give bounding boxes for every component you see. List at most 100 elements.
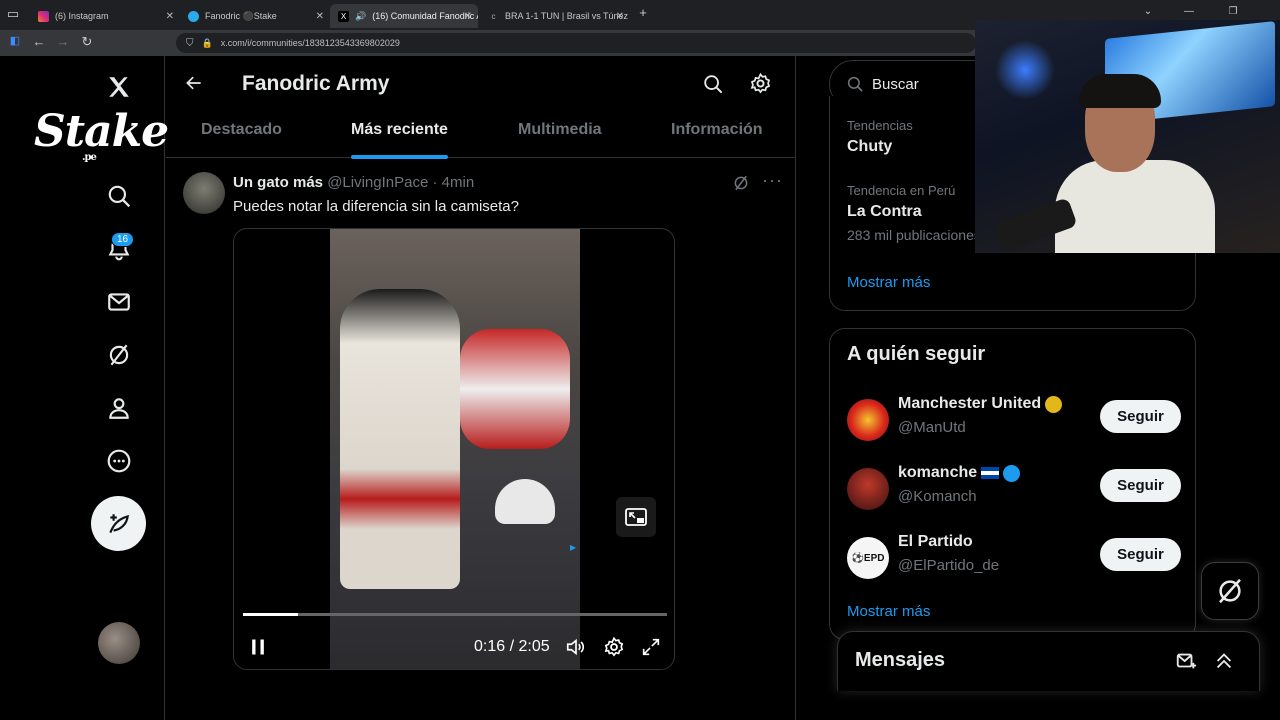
messages-drawer[interactable]: Mensajes [837, 631, 1260, 691]
browser-tab-match[interactable]: c BRA 1-1 TUN | Brasil vs Túnez 1 ✕ [480, 4, 631, 28]
follow-button[interactable]: Seguir [1100, 538, 1181, 571]
follow-button[interactable]: Seguir [1100, 469, 1181, 502]
sidebar-toggle-icon[interactable]: ◧ [6, 34, 24, 47]
stake-logo-sub: .pe [82, 152, 97, 163]
tab-icon: c [491, 11, 496, 21]
close-icon[interactable]: ✕ [464, 11, 472, 22]
more-options-icon[interactable]: ··· [762, 170, 783, 191]
close-icon[interactable]: ✕ [166, 11, 174, 22]
post-time[interactable]: · 4min [432, 174, 474, 191]
tab-label: (6) Instagram [55, 11, 109, 21]
account-handle[interactable]: @ManUtd [898, 419, 966, 436]
grok-icon[interactable] [732, 174, 750, 197]
who-to-follow-title: A quién seguir [847, 343, 986, 365]
notification-badge: 16 [111, 232, 135, 247]
flag-icon [981, 467, 1000, 479]
video-frame [330, 229, 580, 669]
post-author-handle[interactable]: @LivingInPace [327, 174, 428, 191]
account-name: Manchester United [898, 395, 1063, 413]
search-icon[interactable] [98, 175, 140, 217]
stake-logo[interactable]: Stake .pe [34, 106, 169, 163]
account-handle[interactable]: @Komanch [898, 488, 977, 505]
gold-verified-icon [1045, 395, 1063, 413]
fullscreen-icon[interactable] [640, 636, 662, 663]
mouse-cursor-icon: ▸ [570, 540, 577, 554]
grok-icon[interactable] [98, 334, 140, 376]
pause-icon[interactable] [248, 637, 268, 662]
chevron-down-icon[interactable]: ⌄ [1139, 6, 1157, 17]
maximize-icon[interactable]: ❐ [1224, 6, 1242, 17]
account-name-text[interactable]: El Partido [898, 533, 973, 551]
browser-tab-instagram[interactable]: (6) Instagram ✕ [30, 4, 180, 28]
post-text: Puedes notar la diferencia sin la camise… [233, 198, 519, 215]
account-name-text[interactable]: komanche [898, 464, 977, 482]
trend-count: 283 mil publicaciones [847, 227, 981, 243]
picture-in-picture-icon[interactable] [616, 497, 656, 537]
community-tabs: Destacado Más reciente Multimedia Inform… [166, 112, 796, 159]
account-name: komanche [898, 464, 1021, 482]
show-more-link[interactable]: Mostrar más [847, 274, 930, 291]
tab-mas-reciente[interactable]: Más reciente [351, 121, 448, 159]
post-author-name[interactable]: Un gato más [233, 174, 323, 191]
telegram-icon [188, 10, 199, 22]
tab-informacion[interactable]: Información [671, 121, 763, 139]
close-icon[interactable]: ✕ [316, 11, 324, 22]
video-settings-icon[interactable] [603, 636, 625, 663]
tab-list-icon[interactable]: ▭ [4, 6, 22, 22]
follow-suggestion[interactable]: ⚽EPD El Partido @ElPartido_de Seguir [830, 529, 1197, 589]
tab-multimedia[interactable]: Multimedia [518, 121, 602, 139]
volume-icon[interactable] [565, 636, 587, 663]
x-logo-icon[interactable] [98, 66, 140, 108]
back-icon[interactable]: ← [30, 34, 48, 49]
speaker-icon: 🔊 [355, 10, 367, 21]
expand-up-icon[interactable] [1213, 650, 1235, 677]
forward-icon[interactable]: → [54, 34, 72, 49]
manchester-united-avatar[interactable] [847, 399, 889, 441]
reload-icon[interactable]: ↻ [78, 34, 96, 50]
komanche-avatar[interactable] [847, 468, 889, 510]
profile-icon[interactable] [98, 387, 140, 429]
account-avatar[interactable] [98, 622, 140, 664]
shield-icon: ⛉ [186, 37, 194, 49]
grok-button[interactable] [1201, 562, 1259, 620]
follow-suggestion[interactable]: Manchester United @ManUtd Seguir [830, 391, 1197, 451]
tab-label: (16) Comunidad Fanodric A [372, 11, 478, 21]
back-arrow-icon[interactable] [184, 73, 204, 98]
left-navigation: Stake .pe 16 [0, 56, 169, 720]
who-to-follow-card: A quién seguir Manchester United @ManUtd… [829, 328, 1196, 640]
video-player[interactable]: 0:16 / 2:05 [233, 228, 675, 670]
minimize-icon[interactable]: — [1180, 6, 1198, 17]
trend-name[interactable]: La Contra [847, 203, 922, 221]
account-name-text[interactable]: Manchester United [898, 395, 1041, 413]
stake-logo-text: Stake [34, 106, 169, 157]
close-icon[interactable]: ✕ [616, 11, 624, 22]
settings-gear-icon[interactable] [749, 72, 772, 100]
account-handle[interactable]: @ElPartido_de [898, 557, 999, 574]
follow-button[interactable]: Seguir [1100, 400, 1181, 433]
url-field[interactable]: ⛉ 🔒 x.com/i/communities/1838123543369802… [176, 33, 976, 53]
post[interactable]: Un gato más @LivingInPace · 4min ··· Pue… [166, 158, 796, 720]
messages-title: Mensajes [855, 649, 946, 671]
video-progress-bar[interactable] [243, 613, 667, 616]
show-more-link[interactable]: Mostrar más [847, 603, 930, 620]
new-message-icon[interactable] [1175, 650, 1197, 677]
tab-label: BRA 1-1 TUN | Brasil vs Túnez 1 [505, 11, 630, 21]
page-title: Fanodric Army [242, 72, 390, 95]
trend-name[interactable]: Chuty [847, 138, 892, 156]
tab-destacado[interactable]: Destacado [201, 121, 282, 139]
messages-icon[interactable] [98, 281, 140, 323]
account-name: El Partido [898, 533, 973, 551]
browser-tab-x-community[interactable]: X 🔊 (16) Comunidad Fanodric A ✕ [330, 4, 478, 28]
post-author-avatar[interactable] [183, 172, 225, 214]
community-search-icon[interactable] [702, 73, 724, 100]
browser-tab-telegram[interactable]: Fanodric ⚫Stake ✕ [180, 4, 330, 28]
tab-label: Fanodric ⚫Stake [205, 10, 277, 21]
lock-icon: 🔒 [201, 37, 213, 48]
new-tab-icon[interactable]: + [634, 5, 652, 20]
x-icon: X [338, 10, 349, 22]
more-icon[interactable] [98, 440, 140, 482]
el-partido-avatar[interactable]: ⚽EPD [847, 537, 889, 579]
url-text: x.com/i/communities/1838123543369802029 [220, 38, 400, 48]
follow-suggestion[interactable]: komanche @Komanch Seguir [830, 460, 1197, 520]
compose-post-button[interactable] [91, 496, 146, 551]
